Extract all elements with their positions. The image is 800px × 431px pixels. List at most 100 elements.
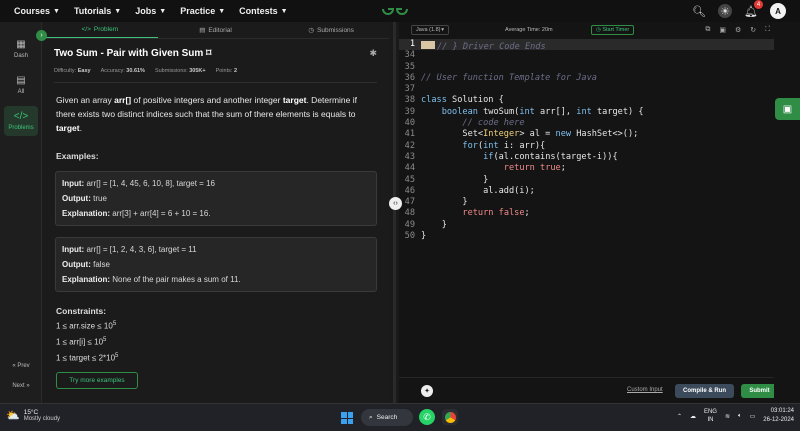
code-line[interactable]: 37 xyxy=(399,84,774,95)
code-line[interactable]: 42 for(int i: arr){ xyxy=(399,141,774,152)
code-token: false xyxy=(498,208,525,219)
code-line[interactable]: 47 } xyxy=(399,197,774,208)
collapse-sidebar-button[interactable]: › xyxy=(36,30,47,41)
tab-submissions[interactable]: ◷ Submissions xyxy=(273,22,389,38)
reset-icon[interactable]: ↻ xyxy=(750,26,756,34)
next-button[interactable]: Next » xyxy=(4,383,38,389)
chevron-down-icon: ▼ xyxy=(280,7,288,15)
code-line[interactable]: 50} xyxy=(399,231,774,242)
fold-marker-icon[interactable] xyxy=(421,41,435,49)
code-line[interactable]: 46 al.add(i); xyxy=(399,186,774,197)
code-line[interactable]: 48 return false; xyxy=(399,208,774,219)
submissions: Submissions: 305K+ xyxy=(155,68,206,74)
average-time: Average Time: 20m xyxy=(505,26,553,33)
language-select[interactable]: Java (1.8) ▾ xyxy=(411,24,449,35)
search-icon[interactable]: 🔍︎ xyxy=(692,4,706,18)
lightbulb-icon[interactable]: ✦ xyxy=(421,385,433,397)
chevron-up-icon[interactable]: ⌃ xyxy=(677,413,682,420)
code-line[interactable]: 40 // code here xyxy=(399,118,774,129)
code-line[interactable]: 39 boolean twoSum(int arr[], int target)… xyxy=(399,107,774,118)
os-taskbar: ⛅ 15°C Mostly cloudy ⌕ Search ✆ ⌃ ☁ ENG IN… xyxy=(0,403,800,431)
try-more-examples-button[interactable]: Try more examples xyxy=(56,372,138,389)
input-label: Input: xyxy=(62,179,85,188)
nav-tutorials[interactable]: Tutorials ▼ xyxy=(74,6,121,16)
rail-item-label: Problems xyxy=(8,125,34,131)
editor-footer: ✦ Custom Input Compile & Run Submit xyxy=(399,377,778,403)
code-token: int xyxy=(519,106,535,117)
weather-widget[interactable]: ⛅ 15°C Mostly cloudy xyxy=(6,409,60,422)
taskbar-search[interactable]: ⌕ Search xyxy=(361,409,413,426)
cloud-icon[interactable]: ☁ xyxy=(690,413,696,420)
custom-input-link[interactable]: Custom Input xyxy=(627,387,663,393)
code-editor[interactable]: 1 // } Driver Code Ends 34 35 36 // User func… xyxy=(399,39,774,242)
line-number: 40 xyxy=(404,118,415,129)
search-icon: ⌕ xyxy=(369,413,373,421)
chat-icon[interactable]: ▣ xyxy=(775,98,800,120)
example-input: Input: arr[] = [1, 4, 45, 6, 10, 8], tar… xyxy=(62,176,370,191)
line-content: class Solution { xyxy=(421,95,504,106)
code-line[interactable]: 43 if(al.contains(target-i)){ xyxy=(399,152,774,163)
nav-practice[interactable]: Practice ▼ xyxy=(180,6,225,16)
windows-start-icon[interactable] xyxy=(341,412,353,424)
explanation-label: Explanation: xyxy=(62,209,111,218)
nav-jobs[interactable]: Jobs ▼ xyxy=(135,6,166,16)
submit-button[interactable]: Submit xyxy=(741,384,778,398)
code-line[interactable]: 1 // } Driver Code Ends xyxy=(399,39,774,52)
whatsapp-icon[interactable]: ✆ xyxy=(419,409,435,425)
weather-text: Mostly cloudy xyxy=(23,416,61,422)
chrome-icon[interactable] xyxy=(442,409,458,425)
clock[interactable]: 03:01:24 26-12-2024 xyxy=(763,407,794,425)
code-token: (al.contains(target-i)){ xyxy=(493,151,618,162)
resize-handle-icon[interactable]: ‹› xyxy=(389,197,402,210)
code-icon: </> xyxy=(81,26,91,33)
fullscreen-icon[interactable]: ⛶ xyxy=(765,26,770,34)
settings-icon[interactable]: ⚙ xyxy=(735,26,741,34)
code-token: HashSet<>(); xyxy=(571,129,639,140)
bell-icon[interactable]: 🔔︎ 4 xyxy=(744,0,763,18)
panel-splitter[interactable] xyxy=(393,22,396,403)
line-content: Set<Integer> al = new HashSet<>(); xyxy=(421,129,638,140)
volume-icon[interactable]: 🔈︎ xyxy=(738,413,742,420)
wifi-icon[interactable]: ≋ xyxy=(725,413,730,420)
constraint-text: 1 ≤ arr[i] ≤ 10 xyxy=(56,337,104,347)
rail-item-problems[interactable]: </> Problems xyxy=(4,106,38,136)
compile-run-button[interactable]: Compile & Run xyxy=(675,384,734,398)
prev-button[interactable]: « Prev xyxy=(4,363,38,369)
code-line[interactable]: 41 Set<Integer> al = new HashSet<>(); xyxy=(399,129,774,140)
line-content: return true; xyxy=(421,163,566,174)
code-line[interactable]: 38 class Solution { xyxy=(399,95,774,106)
rail-item-dash[interactable]: ▦ Dash xyxy=(4,34,38,64)
tab-problem[interactable]: </> Problem xyxy=(42,22,158,38)
line-number: 44 xyxy=(404,163,415,174)
avatar[interactable]: A xyxy=(770,3,786,19)
code-line[interactable]: 35 xyxy=(399,62,774,73)
difficulty: Difficulty: Easy xyxy=(54,68,91,74)
report-bug-icon[interactable]: ✱ xyxy=(369,48,377,59)
start-timer-button[interactable]: ◷ Start Timer xyxy=(591,24,635,35)
nav-jobs-label: Jobs xyxy=(135,6,157,16)
code-line[interactable]: 45 } xyxy=(399,175,774,186)
theme-toggle-icon[interactable]: ☀ xyxy=(718,4,732,18)
code-token: i: arr){ xyxy=(498,140,546,151)
code-line[interactable]: 44 return true; xyxy=(399,163,774,174)
nav-courses[interactable]: Courses ▼ xyxy=(14,6,60,16)
nav-contests[interactable]: Contests ▼ xyxy=(239,6,287,16)
code-line[interactable]: 36 // User function Template for Java xyxy=(399,73,774,84)
tab-editorial[interactable]: ▤ Editorial xyxy=(158,22,274,38)
gfg-logo[interactable] xyxy=(381,1,409,17)
input-value: arr[] = [1, 2, 4, 3, 6], target = 11 xyxy=(86,245,197,254)
paste-icon[interactable]: ▣ xyxy=(719,26,726,34)
constraint-exponent: 5 xyxy=(115,353,119,359)
line-number: 48 xyxy=(404,208,415,219)
input-language[interactable]: ENG IN xyxy=(704,408,717,424)
bookmark-icon[interactable]: ⌑ xyxy=(206,48,211,59)
desc-text: of positive integers and another integer xyxy=(131,95,283,105)
line-number: 41 xyxy=(404,129,415,140)
code-line[interactable]: 49 } xyxy=(399,220,774,231)
battery-icon[interactable]: ▭ xyxy=(750,413,756,420)
output-value: false xyxy=(93,260,111,269)
line-number: 45 xyxy=(404,174,415,185)
copy-icon[interactable]: ⧉ xyxy=(705,26,710,34)
rail-item-all[interactable]: ▤ All xyxy=(4,70,38,100)
